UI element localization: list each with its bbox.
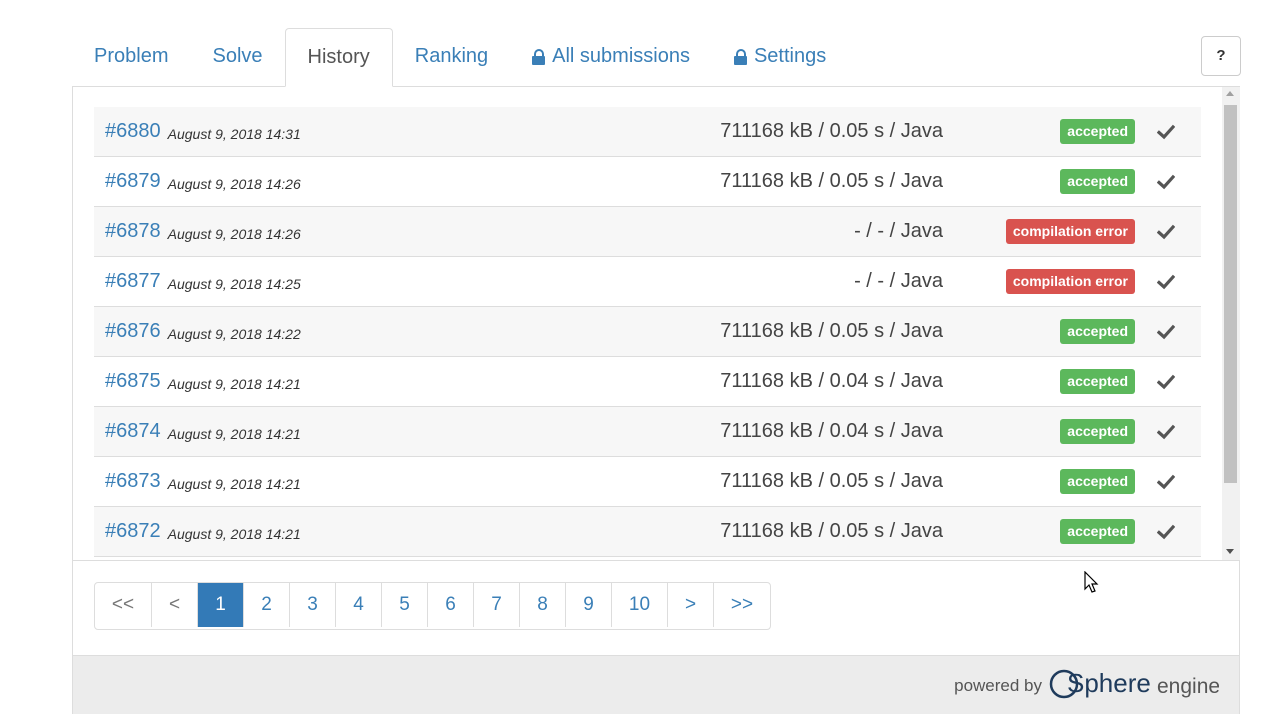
tab-problem[interactable]: Problem <box>72 28 190 85</box>
page-10-button[interactable]: 10 <box>612 583 668 627</box>
submission-id-link[interactable]: #6872 <box>105 520 161 543</box>
submission-row: #6878 August 9, 2018 14:26 - / - / Java com… <box>94 207 1201 257</box>
submission-date: August 9, 2018 14:21 <box>167 425 301 442</box>
tab-label: History <box>307 46 370 68</box>
submission-date: August 9, 2018 14:26 <box>167 225 301 242</box>
checkmark-icon <box>1157 274 1175 289</box>
checkmark-icon <box>1157 324 1175 339</box>
tab-bar: Problem Solve History Ranking All submis… <box>72 28 848 87</box>
last-page-button[interactable]: >> <box>714 583 770 627</box>
submission-id-link[interactable]: #6877 <box>105 270 161 293</box>
submission-result: - / - / Java <box>854 270 943 292</box>
tab-label: Settings <box>753 45 827 67</box>
submission-id-link[interactable]: #6879 <box>105 170 161 193</box>
prev-page-button[interactable]: < <box>152 583 198 627</box>
tab-all-submissions[interactable]: All submissions <box>510 28 712 85</box>
submission-row: #6876 August 9, 2018 14:22 711168 kB / 0.0… <box>94 307 1201 357</box>
status-badge: compilation error <box>1005 219 1135 244</box>
submission-date: August 9, 2018 14:25 <box>167 275 301 292</box>
submission-result: - / - / Java <box>854 220 943 242</box>
submission-row: #6874 August 9, 2018 14:21 711168 kB / 0.0… <box>94 407 1201 457</box>
submission-id-link[interactable]: #6876 <box>105 320 161 343</box>
submission-row: #6875 August 9, 2018 14:21 711168 kB / 0.0… <box>94 357 1201 407</box>
status-badge: accepted <box>1060 169 1135 194</box>
checkmark-icon <box>1157 374 1175 389</box>
page-2-button[interactable]: 2 <box>244 583 290 627</box>
submission-date: August 9, 2018 14:31 <box>167 125 301 142</box>
status-badge: accepted <box>1060 419 1135 444</box>
status-badge: accepted <box>1060 119 1135 144</box>
tab-label: All submissions <box>552 45 690 67</box>
page-1-button[interactable]: 1 <box>198 583 244 627</box>
status-badge: compilation error <box>1005 269 1135 294</box>
submission-id-link[interactable]: #6875 <box>105 370 161 393</box>
tab-solve[interactable]: Solve <box>190 28 284 85</box>
logo-main-text: Sphere <box>1067 668 1151 698</box>
status-badge: accepted <box>1060 369 1135 394</box>
pagination: << <1 2 3 4 5 6 7 8 9 10 > >> <box>94 582 771 630</box>
submission-date: August 9, 2018 14:21 <box>167 375 301 392</box>
submission-row: #6872 August 9, 2018 14:21 711168 kB / 0.0… <box>94 507 1201 557</box>
page-8-button[interactable]: 8 <box>520 583 566 627</box>
divider <box>73 560 1239 561</box>
submission-row: #6873 August 9, 2018 14:21 711168 kB / 0.0… <box>94 457 1201 507</box>
tab-label: Problem <box>94 45 169 67</box>
page-7-button[interactable]: 7 <box>474 583 520 627</box>
checkmark-icon <box>1157 224 1175 239</box>
tab-label: Solve <box>212 45 263 67</box>
scroll-thumb[interactable] <box>1224 105 1237 483</box>
status-badge: accepted <box>1060 519 1135 544</box>
tab-settings[interactable]: Settings <box>712 28 848 85</box>
checkmark-icon <box>1157 174 1175 189</box>
submission-id-link[interactable]: #6874 <box>105 420 161 443</box>
page-3-button[interactable]: 3 <box>290 583 336 627</box>
page-4-button[interactable]: 4 <box>336 583 382 627</box>
scroll-up-arrow-icon[interactable] <box>1226 91 1234 96</box>
submission-date: August 9, 2018 14:21 <box>167 475 301 492</box>
tab-history[interactable]: History <box>284 28 393 87</box>
submission-date: August 9, 2018 14:22 <box>167 325 301 342</box>
submission-result: 711168 kB / 0.04 s / Java <box>720 370 943 392</box>
checkmark-icon <box>1157 124 1175 139</box>
submission-id-link[interactable]: #6878 <box>105 220 161 243</box>
tab-label: Ranking <box>414 45 489 67</box>
submission-date: August 9, 2018 14:21 <box>167 525 301 542</box>
scroll-down-arrow-icon[interactable] <box>1226 549 1234 554</box>
first-page-button[interactable]: << <box>95 583 152 627</box>
powered-by-label: powered by <box>954 676 1042 695</box>
next-page-button[interactable]: > <box>668 583 714 627</box>
submission-result: 711168 kB / 0.05 s / Java <box>720 320 943 342</box>
page-6-button[interactable]: 6 <box>428 583 474 627</box>
submission-row: #6880 August 9, 2018 14:31 711168 kB / 0.0… <box>94 107 1201 157</box>
tab-ranking[interactable]: Ranking <box>393 28 510 85</box>
submission-result: 711168 kB / 0.05 s / Java <box>720 470 943 492</box>
status-badge: accepted <box>1060 469 1135 494</box>
checkmark-icon <box>1157 474 1175 489</box>
submission-row: #6877 August 9, 2018 14:25 - / - / Java com… <box>94 257 1201 307</box>
submission-list: #6880 August 9, 2018 14:31 711168 kB / 0.0… <box>94 107 1201 560</box>
page-5-button[interactable]: 5 <box>382 583 428 627</box>
mouse-cursor-icon <box>1084 571 1099 593</box>
lock-icon <box>532 48 546 65</box>
submission-row: #6879 August 9, 2018 14:26 711168 kB / 0.0… <box>94 157 1201 207</box>
history-panel: #6880 August 9, 2018 14:31 711168 kB / 0.0… <box>72 86 1240 714</box>
scrollbar[interactable] <box>1222 87 1240 560</box>
submission-id-link[interactable]: #6880 <box>105 120 161 143</box>
lock-icon <box>733 48 747 65</box>
submission-result: 711168 kB / 0.04 s / Java <box>720 420 943 442</box>
status-badge: accepted <box>1060 319 1135 344</box>
submission-result: 711168 kB / 0.05 s / Java <box>720 120 943 142</box>
checkmark-icon <box>1157 424 1175 439</box>
submission-result: 711168 kB / 0.05 s / Java <box>720 520 943 542</box>
footer: powered by Sphere engine <box>73 655 1239 714</box>
sphere-engine-logo: Sphere engine <box>1049 668 1219 699</box>
page-9-button[interactable]: 9 <box>566 583 612 627</box>
submission-result: 711168 kB / 0.05 s / Java <box>720 170 943 192</box>
checkmark-icon <box>1157 524 1175 539</box>
logo-sub-text: engine <box>1157 675 1219 698</box>
help-button[interactable]: ? <box>1201 36 1241 76</box>
submission-id-link[interactable]: #6873 <box>105 470 161 493</box>
submission-date: August 9, 2018 14:26 <box>167 175 301 192</box>
